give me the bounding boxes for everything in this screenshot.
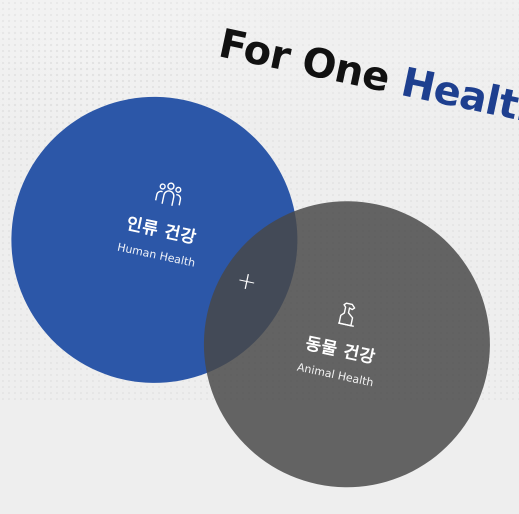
title-prefix: For One (214, 20, 394, 102)
dog-icon (338, 302, 356, 327)
title-accent: Health (397, 59, 519, 135)
people-group-icon (154, 182, 182, 206)
